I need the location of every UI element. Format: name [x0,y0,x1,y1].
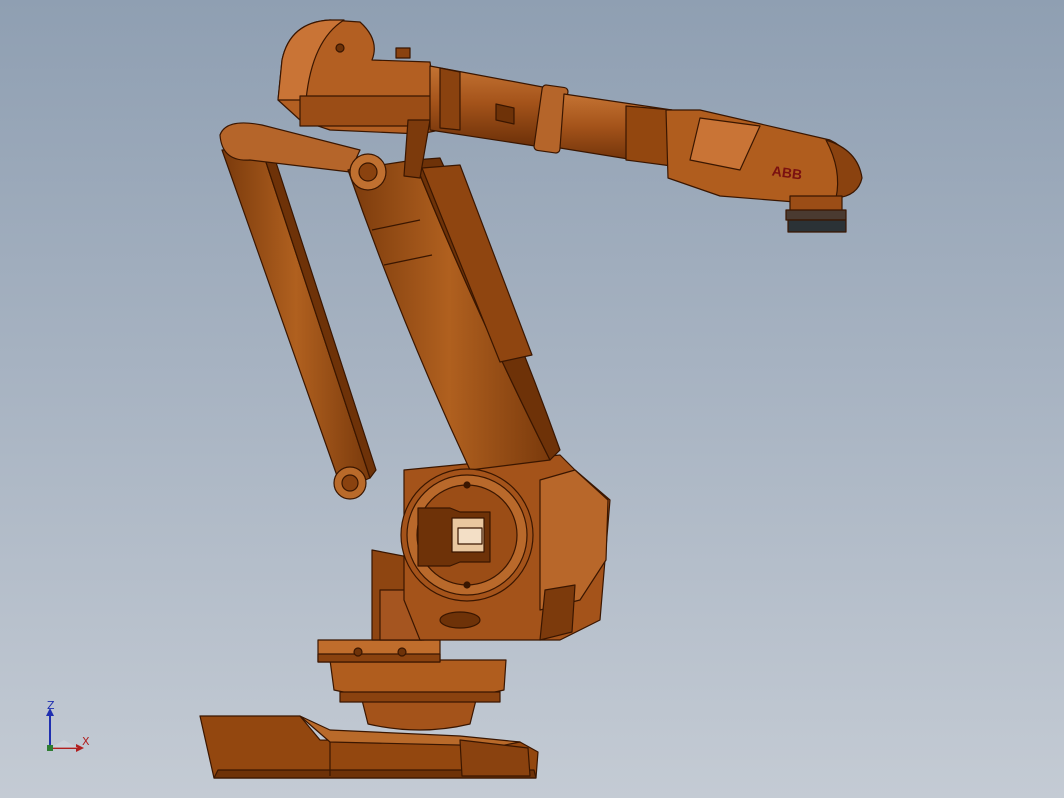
base-turret [317,639,507,731]
coordinate-triad: Z X [38,696,108,766]
axis2-motor-hub [400,468,534,602]
axis-x-label: X [82,735,90,748]
forearm-tube [429,65,673,167]
base-plate [199,715,539,779]
main-arm [347,153,561,471]
robot-arm-model[interactable]: ABB [0,0,1064,798]
axis-z-label: Z [47,699,55,712]
tool-flange [785,209,847,233]
wrist [665,109,863,213]
cad-graphics-viewport[interactable]: ABB Z X [0,0,1064,798]
